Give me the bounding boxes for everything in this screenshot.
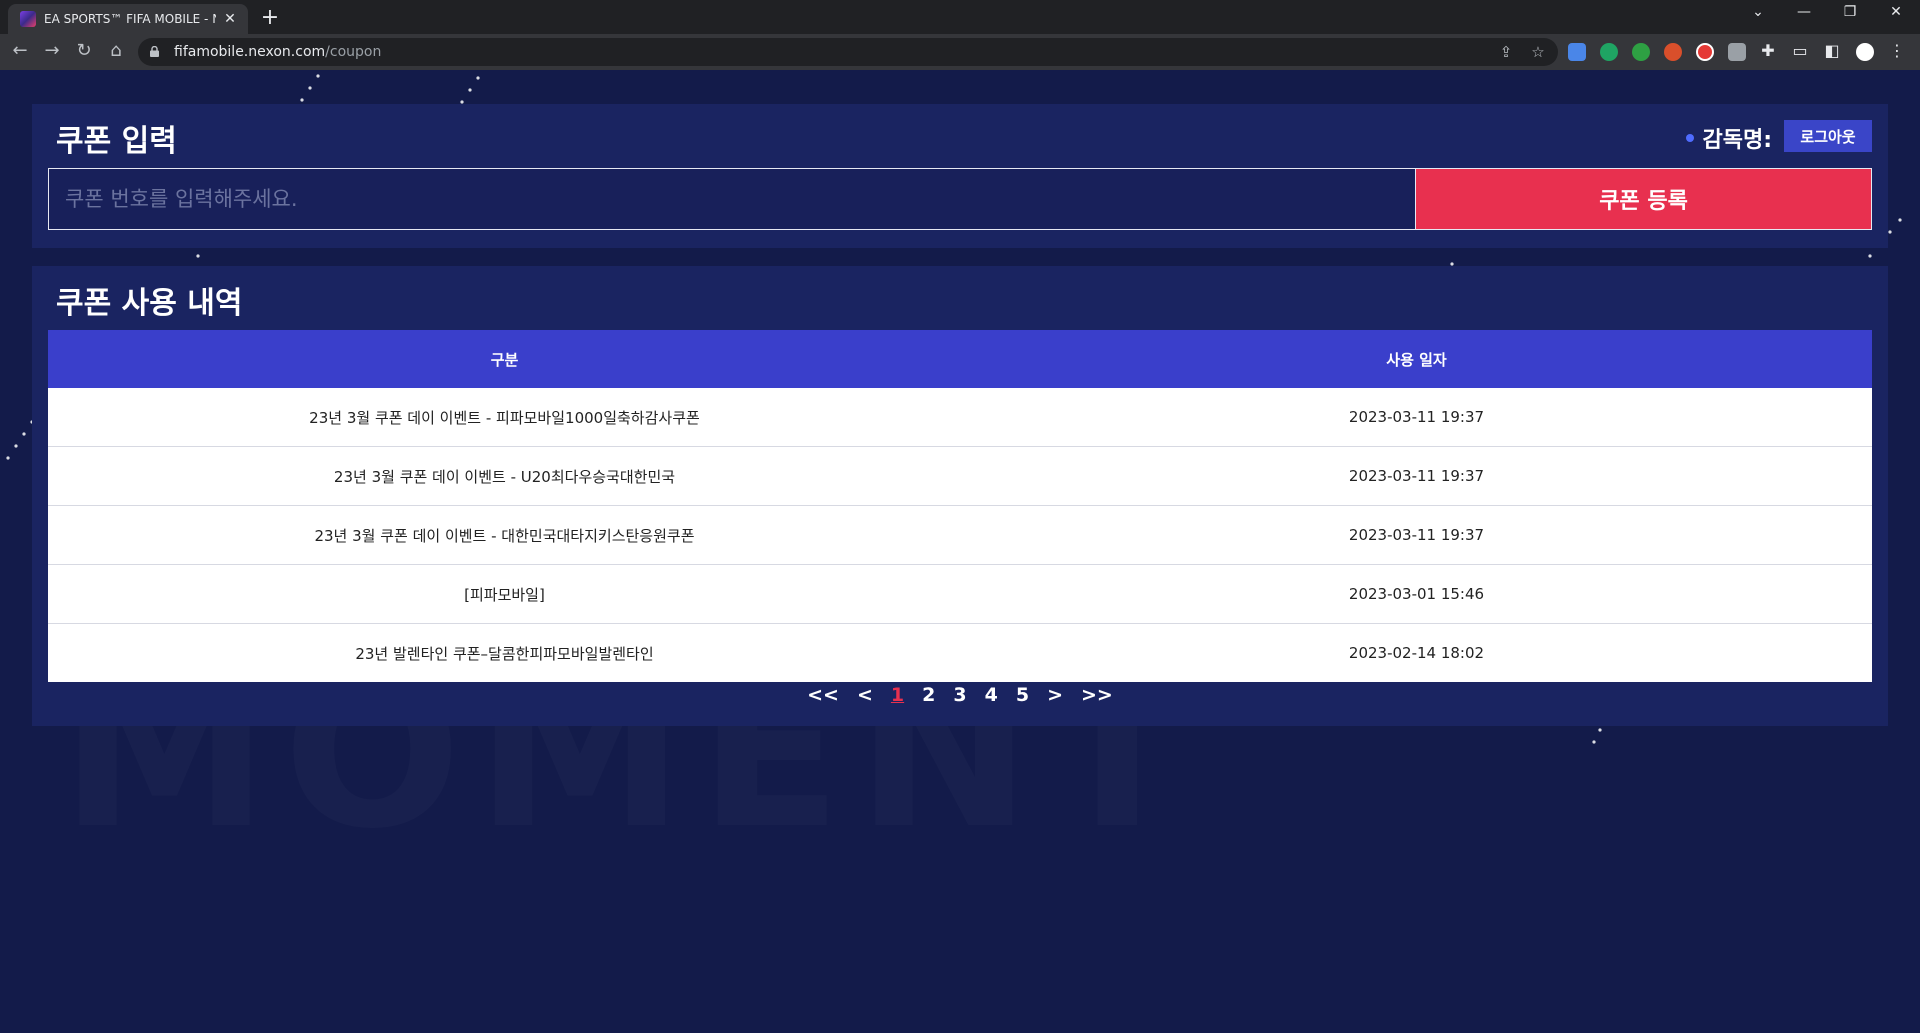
tab-title: EA SPORTS™ FIFA MOBILE - NEXON (44, 12, 216, 26)
share-icon[interactable]: ⇪ (1496, 43, 1516, 61)
tab-search-icon[interactable]: ⌄ (1744, 4, 1772, 20)
page-link-1[interactable]: 1 (885, 684, 910, 706)
manager-name: 감독명: (1686, 122, 1772, 154)
column-header-date: 사용 일자 (960, 330, 1872, 388)
coupon-submit-button[interactable]: 쿠폰 등록 (1416, 168, 1872, 230)
table-row: 23년 3월 쿠폰 데이 이벤트 - 대한민국대타지키스탄응원쿠폰 2023-0… (48, 505, 1872, 565)
coupon-entry-panel: 쿠폰 입력 감독명: 로그아웃 쿠폰 등록 (32, 104, 1888, 248)
coupon-entry-title: 쿠폰 입력 (56, 124, 177, 159)
logout-button[interactable]: 로그아웃 (1784, 120, 1872, 152)
table-header-row: 구분 사용 일자 (48, 330, 1872, 388)
table-row: [피파모바일] 2023-03-01 15:46 (48, 564, 1872, 624)
reload-icon[interactable]: ↻ (72, 40, 96, 61)
coupon-date-cell: 2023-02-14 18:02 (1348, 644, 1485, 662)
green-extension-icon[interactable] (1600, 43, 1618, 61)
coupon-type-cell: 23년 3월 쿠폰 데이 이벤트 - 대한민국대타지키스탄응원쿠폰 (48, 505, 961, 565)
pagination: << < 1 2 3 4 5 > >> (32, 684, 1888, 706)
coupon-history-panel: 쿠폰 사용 내역 구분 사용 일자 23년 3월 쿠폰 데이 이벤트 - 피파모… (32, 266, 1888, 726)
coupon-date-cell: 2023-03-11 19:37 (960, 446, 1872, 506)
more-menu-icon[interactable]: ⋮ (1886, 41, 1908, 60)
camera-extension-icon[interactable] (1728, 43, 1746, 61)
restore-icon[interactable]: ❐ (1836, 4, 1864, 20)
cast-icon[interactable]: ▭ (1789, 41, 1811, 60)
coupon-history-title: 쿠폰 사용 내역 (56, 286, 243, 321)
coupon-history-table: 구분 사용 일자 23년 3월 쿠폰 데이 이벤트 - 피파모바일1000일축하… (48, 330, 1872, 682)
coupon-code-input[interactable] (48, 168, 1416, 230)
orange-extension-icon[interactable] (1664, 43, 1682, 61)
prev-page-link[interactable]: < (851, 684, 879, 706)
coupon-type-cell: [피파모바일] (48, 564, 961, 624)
bookmark-star-icon[interactable]: ☆ (1528, 43, 1548, 61)
browser-toolbar: ← → ↻ ⌂ fifamobile.nexon.com/coupon ⇪ ☆ … (0, 34, 1920, 70)
manager-label: 감독명: (1702, 128, 1772, 153)
back-icon[interactable]: ← (8, 40, 32, 61)
new-tab-icon[interactable]: + (260, 5, 280, 30)
coupon-date-cell: 2023-03-11 19:37 (960, 505, 1872, 565)
profile-avatar[interactable] (1856, 43, 1874, 61)
address-bar[interactable]: fifamobile.nexon.com/coupon ⇪ ☆ (138, 38, 1558, 66)
browser-tab-bar: EA SPORTS™ FIFA MOBILE - NEXON ✕ + ⌄ — ❐… (0, 0, 1920, 34)
page-link-4[interactable]: 4 (979, 684, 1004, 706)
close-window-icon[interactable]: ✕ (1882, 4, 1910, 20)
table-row: 23년 3월 쿠폰 데이 이벤트 - U20최다우승국대한민국 2023-03-… (48, 446, 1872, 506)
page-link-2[interactable]: 2 (916, 684, 941, 706)
side-panel-icon[interactable]: ◧ (1821, 41, 1843, 60)
page-link-3[interactable]: 3 (947, 684, 972, 706)
tab-close-icon[interactable]: ✕ (222, 11, 238, 27)
coupon-type-cell: 23년 3월 쿠폰 데이 이벤트 - 피파모바일1000일축하감사쿠폰 (48, 388, 961, 447)
coupon-type-cell: 23년 발렌타인 쿠폰–달콤한피파모바일발렌타인 (355, 644, 654, 663)
evernote-extension-icon[interactable] (1632, 43, 1650, 61)
red-extension-icon[interactable] (1696, 43, 1714, 61)
next-page-link[interactable]: > (1041, 684, 1069, 706)
minimize-icon[interactable]: — (1790, 4, 1818, 20)
table-row: 23년 발렌타인 쿠폰–달콤한피파모바일발렌타인 2023-02-14 18:0… (48, 624, 1872, 683)
url-text: fifamobile.nexon.com/coupon (174, 44, 382, 60)
last-page-link[interactable]: >> (1075, 684, 1119, 706)
coupon-page: MOMENT 쿠폰 입력 감독 (0, 70, 1920, 1033)
lock-icon (150, 46, 159, 57)
column-header-type: 구분 (48, 330, 961, 388)
coupon-type-cell: 23년 3월 쿠폰 데이 이벤트 - U20최다우승국대한민국 (48, 446, 961, 506)
browser-tab[interactable]: EA SPORTS™ FIFA MOBILE - NEXON ✕ (8, 4, 248, 34)
translate-extension-icon[interactable] (1568, 43, 1586, 61)
fifa-favicon-icon (20, 11, 36, 27)
table-row: 23년 3월 쿠폰 데이 이벤트 - 피파모바일1000일축하감사쿠폰 2023… (48, 388, 1872, 447)
coupon-date-cell: 2023-03-01 15:46 (960, 564, 1872, 624)
coupon-date-cell: 2023-03-11 19:37 (960, 388, 1872, 447)
first-page-link[interactable]: << (801, 684, 845, 706)
home-icon[interactable]: ⌂ (104, 40, 128, 61)
page-link-5[interactable]: 5 (1010, 684, 1035, 706)
bullet-dot-icon (1686, 134, 1695, 142)
forward-icon[interactable]: → (40, 40, 64, 61)
extensions-puzzle-icon[interactable]: ✚ (1757, 41, 1779, 60)
